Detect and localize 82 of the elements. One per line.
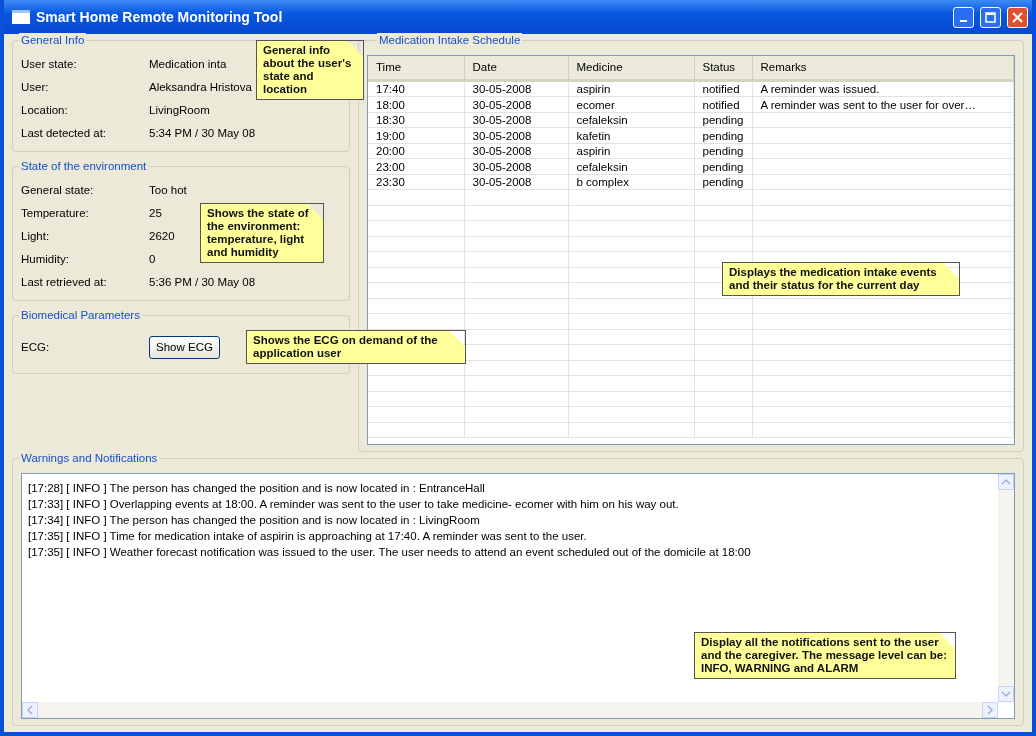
window-title: Smart Home Remote Monitoring Tool <box>36 7 284 27</box>
table-cell: A reminder was issued. <box>760 83 880 96</box>
table-cell: kafetin <box>576 129 611 142</box>
table-cell: pending <box>702 114 744 126</box>
field-label: Last retrieved at: <box>21 274 108 290</box>
field-label: General state: <box>21 182 95 198</box>
table-cell: cefaleksin <box>576 160 628 173</box>
table-cell: 19:00 <box>376 129 405 142</box>
log-line: [17:35] [ INFO ] Time for medication intake of aspirin is approaching at 17:40. A reminder was sent to the user. <box>28 529 588 544</box>
field-label: Humidity: <box>21 251 70 267</box>
table-cell: b complex <box>576 176 629 188</box>
table-cell: pending <box>702 129 744 142</box>
scroll-right-button[interactable] <box>982 702 998 718</box>
column-header[interactable]: Remarks <box>752 56 1014 81</box>
table-cell: aspirin <box>576 83 611 96</box>
table-cell: 30-05-2008 <box>472 160 532 173</box>
table-cell: 23:30 <box>376 176 405 188</box>
column-header[interactable]: Medicine <box>568 56 694 81</box>
table-cell: pending <box>702 176 744 188</box>
field-value: Too hot <box>149 182 187 198</box>
group-title: General Info <box>19 33 87 47</box>
table-cell: 18:30 <box>376 114 405 126</box>
table-cell: 30-05-2008 <box>472 176 532 188</box>
callout-note: Display all the notifications sent to the user and the caregiver. The message level can be: INFO, WARNING and ALARM <box>694 632 956 679</box>
field-value: 25 <box>149 205 162 221</box>
table-cell: cefaleksin <box>576 114 628 126</box>
field-value: 5:36 PM / 30 May 08 <box>149 274 256 290</box>
table-cell: aspirin <box>576 145 611 157</box>
callout-note: Shows the state of the environment: temperature, light and humidity <box>200 203 324 263</box>
scroll-down-button[interactable] <box>998 686 1014 702</box>
table-cell: notified <box>702 83 740 96</box>
field-value: Medication inta <box>149 56 227 72</box>
field-label: Light: <box>21 228 51 244</box>
field-value: LivingRoom <box>149 102 210 118</box>
field-label: Location: <box>21 102 69 118</box>
table-cell: 30-05-2008 <box>472 98 532 111</box>
table-cell: 30-05-2008 <box>472 83 532 96</box>
log-line: [17:35] [ INFO ] Weather forecast notification was issued to the user. The user needs to attend an event scheduled out of the domicile at 18:00 <box>28 545 752 560</box>
table-cell: pending <box>702 160 744 173</box>
table-cell: 30-05-2008 <box>472 114 532 126</box>
table-cell: 30-05-2008 <box>472 129 532 142</box>
field-value: 0 <box>149 251 156 267</box>
field-label: Temperature: <box>21 205 90 221</box>
table-cell: 30-05-2008 <box>472 145 532 157</box>
field-label: ECG: <box>21 339 51 355</box>
table-cell: pending <box>702 145 744 157</box>
group-title: State of the environment <box>19 159 149 173</box>
close-button[interactable] <box>1007 6 1028 28</box>
table-cell: 23:00 <box>376 160 405 173</box>
table-cell: A reminder was sent to the user for over… <box>760 98 976 111</box>
field-value: 5:34 PM / 30 May 08 <box>149 125 256 141</box>
app-icon <box>12 10 30 24</box>
minimize-button[interactable] <box>953 6 974 28</box>
callout-note: Displays the medication intake events and their status for the current day <box>722 262 960 296</box>
group-title: Warnings and Notifications <box>19 451 160 465</box>
field-label: Last detected at: <box>21 125 108 141</box>
minimize-icon <box>960 20 967 22</box>
column-header[interactable]: Status <box>694 56 752 81</box>
table-cell: 18:00 <box>376 98 405 111</box>
field-label: User: <box>21 79 50 95</box>
field-value: Aleksandra Hristova <box>149 79 252 95</box>
table-cell: 17:40 <box>376 83 405 96</box>
scroll-up-button[interactable] <box>998 474 1014 490</box>
group-title: Medication Intake Schedule <box>377 33 523 47</box>
maximize-button[interactable] <box>980 6 1001 28</box>
field-label: User state: <box>21 56 78 72</box>
table-cell: ecomer <box>576 98 615 111</box>
column-header[interactable]: Time <box>368 56 464 81</box>
close-icon <box>1012 11 1023 23</box>
callout-note: General info about the user's state and location <box>256 40 364 100</box>
callout-note: Shows the ECG on demand of the application user <box>246 330 466 364</box>
scroll-left-button[interactable] <box>22 702 38 718</box>
group-title: Biomedical Parameters <box>19 308 142 322</box>
table-cell: notified <box>702 98 740 111</box>
field-value: 2620 <box>149 228 175 244</box>
column-header[interactable]: Date <box>464 56 568 81</box>
maximize-icon <box>985 11 996 23</box>
log-line: [17:34] [ INFO ] The person has changed the position and is now located in : LivingRoom <box>28 513 481 528</box>
log-line: [17:28] [ INFO ] The person has changed the position and is now located in : EntranceHall <box>28 481 486 496</box>
table-cell: 20:00 <box>376 145 405 157</box>
log-line: [17:33] [ INFO ] Overlapping events at 18:00. A reminder was sent to the user to take medicine- ecomer with him on his way out. <box>28 497 680 512</box>
show-ecg-button[interactable]: Show ECG <box>149 335 220 360</box>
